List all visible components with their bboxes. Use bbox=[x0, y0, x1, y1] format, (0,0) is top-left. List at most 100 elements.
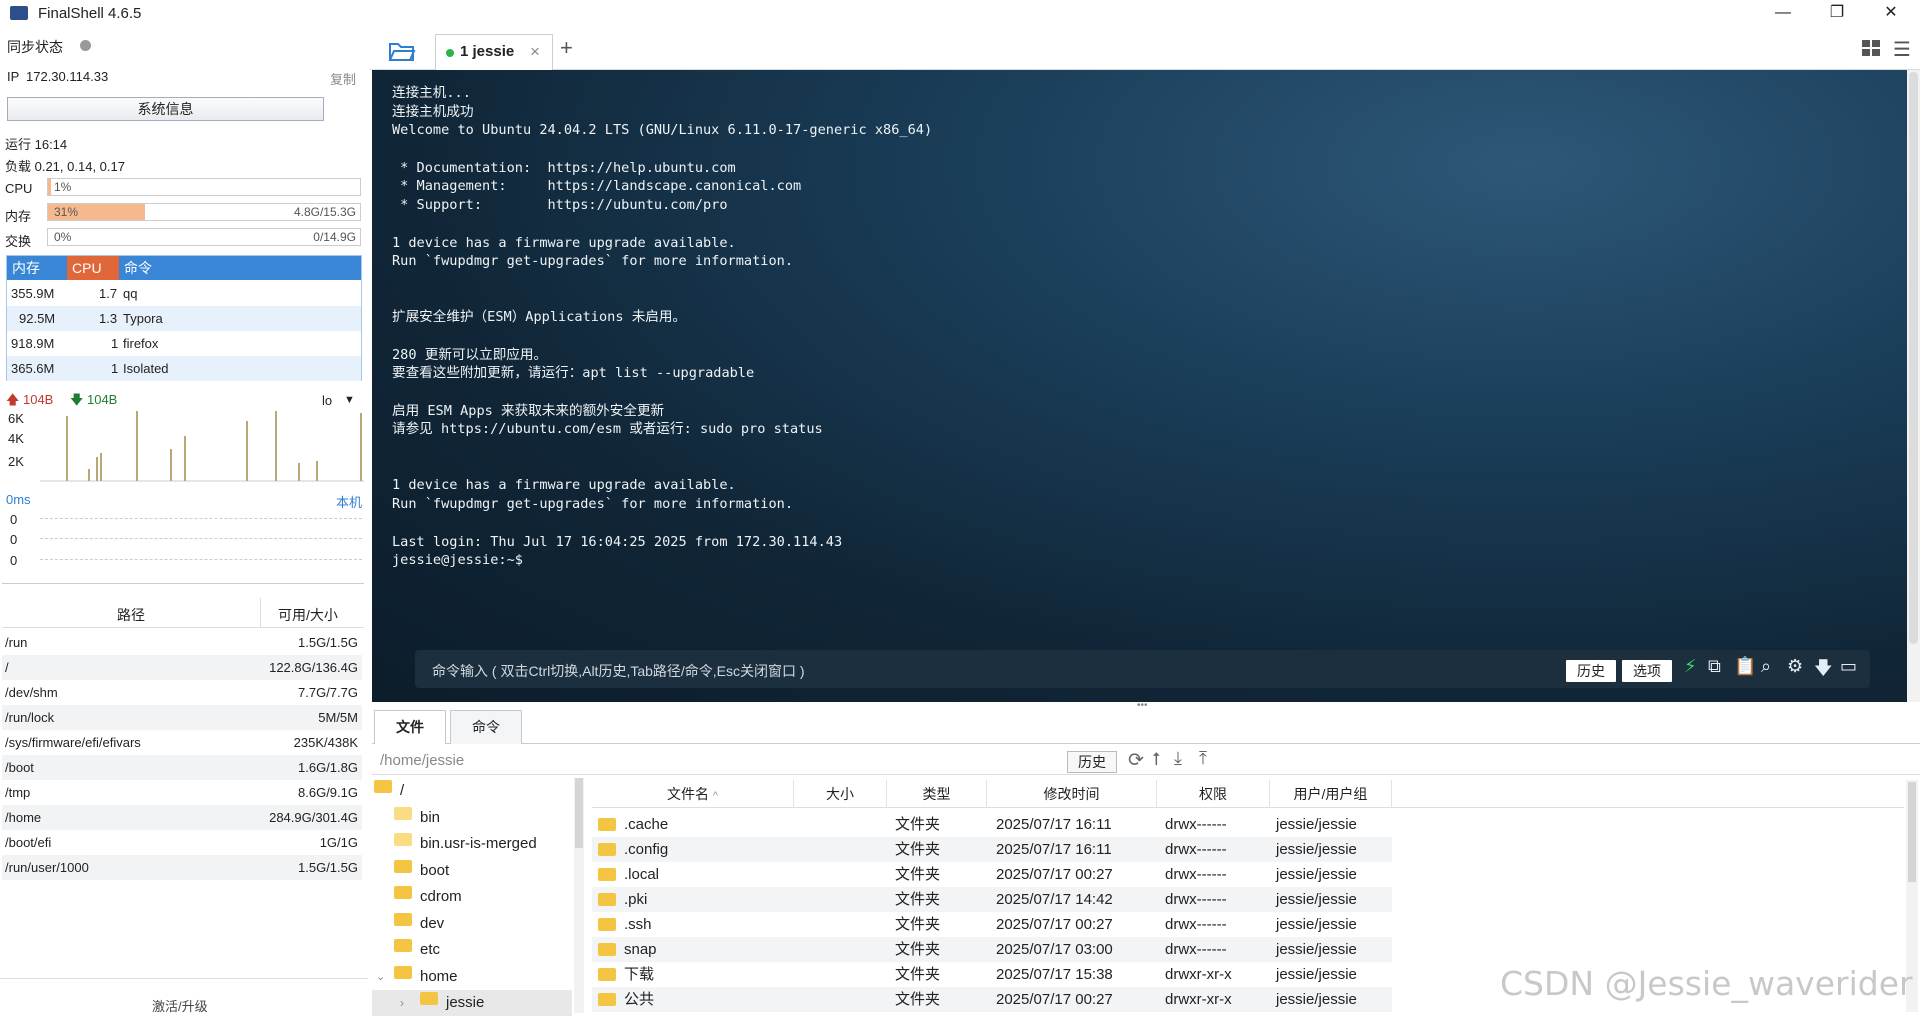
file-row[interactable]: .pki 文件夹 2025/07/17 14:42 drwx------ jessie/… bbox=[592, 887, 1392, 912]
refresh-icon[interactable]: ⟳ bbox=[1128, 749, 1144, 772]
window-icon[interactable]: ▭ bbox=[1840, 656, 1857, 677]
search-icon[interactable]: ⌕ bbox=[1761, 656, 1771, 677]
file-mtime: 2025/07/17 16:11 bbox=[996, 816, 1112, 833]
file-permission: drwx------ bbox=[1165, 891, 1227, 908]
file-row[interactable]: .config 文件夹 2025/07/17 16:11 drwx------ jess… bbox=[592, 837, 1392, 862]
tree-item[interactable]: › jessie bbox=[372, 990, 572, 1016]
col-permission[interactable]: 权限 bbox=[1157, 780, 1270, 808]
proc-header-cpu[interactable]: CPU bbox=[67, 256, 119, 280]
tree-item[interactable]: bin bbox=[372, 805, 572, 831]
disk-row[interactable]: /sys/firmware/efi/efivars 235K/438K bbox=[2, 730, 362, 755]
terminal-line: Welcome to Ubuntu 24.04.2 LTS (GNU/Linux… bbox=[392, 122, 933, 139]
file-row[interactable]: 公共 文件夹 2025/07/17 00:27 drwxr-xr-x jessie/je… bbox=[592, 987, 1392, 1012]
tab-files[interactable]: 文件 bbox=[374, 710, 446, 744]
disk-header-path[interactable]: 路径 bbox=[117, 605, 145, 625]
col-owner[interactable]: 用户/用户组 bbox=[1270, 780, 1392, 808]
file-type: 文件夹 bbox=[895, 941, 941, 958]
command-history-button[interactable]: 历史 bbox=[1566, 660, 1616, 682]
terminal-scrollbar[interactable] bbox=[1907, 70, 1920, 702]
disk-row[interactable]: /boot 1.6G/1.8G bbox=[2, 755, 362, 780]
file-row[interactable]: .local 文件夹 2025/07/17 00:27 drwx------ jessi… bbox=[592, 862, 1392, 887]
file-list-scroll-thumb[interactable] bbox=[1908, 782, 1916, 882]
process-row[interactable]: 355.9M 1.7 qq bbox=[7, 281, 361, 306]
disk-row[interactable]: /home 284.9G/301.4G bbox=[2, 805, 362, 830]
chevron-down-icon[interactable]: ▼ bbox=[344, 394, 355, 406]
command-input-placeholder[interactable]: 命令输入 ( 双击Ctrl切换,Alt历史,Tab路径/命令,Esc关闭窗口 ) bbox=[432, 661, 805, 681]
file-mtime: 2025/07/17 14:42 bbox=[996, 891, 1113, 908]
path-input[interactable]: /home/jessie bbox=[380, 752, 464, 769]
copy-icon[interactable]: ⧉ bbox=[1708, 656, 1721, 677]
session-tab[interactable]: 1 jessie × bbox=[435, 34, 553, 70]
activate-upgrade-link[interactable]: 激活/升级 bbox=[152, 996, 208, 1015]
path-history-button[interactable]: 历史 bbox=[1067, 751, 1117, 773]
file-row[interactable]: .ssh 文件夹 2025/07/17 00:27 drwx------ jessie/… bbox=[592, 912, 1392, 937]
net-traffic-spike bbox=[136, 411, 138, 481]
disk-row[interactable]: /dev/shm 7.7G/7.7G bbox=[2, 680, 362, 705]
net-interface-select[interactable]: lo bbox=[322, 393, 332, 408]
latency-gridline bbox=[40, 538, 362, 539]
tree-item[interactable]: dev bbox=[372, 911, 572, 937]
disk-header-divider bbox=[260, 598, 261, 628]
gear-icon[interactable]: ⚙ bbox=[1787, 656, 1803, 677]
file-permission: drwxr-xr-x bbox=[1165, 991, 1232, 1008]
system-info-button[interactable]: 系统信息 bbox=[7, 97, 324, 121]
tree-item[interactable]: ⌄ home bbox=[372, 964, 572, 990]
proc-header-mem[interactable]: 内存 bbox=[7, 256, 67, 280]
lightning-icon[interactable]: ⚡ bbox=[1684, 656, 1697, 677]
tree-item[interactable]: bin.usr-is-merged bbox=[372, 831, 572, 857]
add-tab-icon[interactable]: + bbox=[560, 35, 573, 61]
arrow-down-icon[interactable]: 🡇 bbox=[1814, 656, 1833, 686]
tree-scroll-thumb[interactable] bbox=[575, 778, 583, 848]
tree-item[interactable]: boot bbox=[372, 858, 572, 884]
close-tab-icon[interactable]: × bbox=[530, 42, 540, 62]
tree-item[interactable]: / bbox=[372, 778, 572, 804]
col-filename[interactable]: 文件名 ^ bbox=[592, 780, 794, 808]
file-row[interactable]: snap 文件夹 2025/07/17 03:00 drwx------ jessie/… bbox=[592, 937, 1392, 962]
process-row[interactable]: 92.5M 1.3 Typora bbox=[7, 306, 361, 331]
col-type[interactable]: 类型 bbox=[887, 780, 987, 808]
tree-item[interactable]: cdrom bbox=[372, 884, 572, 910]
layout-grid-icon[interactable] bbox=[1862, 40, 1880, 56]
tree-item[interactable]: etc bbox=[372, 937, 572, 963]
copy-ip-link[interactable]: 复制 bbox=[330, 69, 356, 88]
folder-open-icon[interactable] bbox=[388, 40, 416, 62]
sort-asc-icon: ^ bbox=[712, 790, 719, 802]
folder-icon bbox=[394, 886, 412, 899]
file-row[interactable]: 下载 文件夹 2025/07/17 15:38 drwxr-xr-x jessie/je… bbox=[592, 962, 1392, 987]
maximize-button[interactable]: ❐ bbox=[1814, 0, 1860, 28]
tab-commands[interactable]: 命令 bbox=[450, 710, 522, 744]
minimize-button[interactable]: — bbox=[1760, 0, 1806, 28]
swap-detail: 0/14.9G bbox=[313, 230, 356, 244]
chevron-right-icon[interactable]: › bbox=[400, 990, 404, 1016]
upload-icon[interactable]: ⤒ bbox=[1199, 748, 1207, 769]
terminal-scroll-thumb[interactable] bbox=[1909, 72, 1918, 644]
parent-dir-icon[interactable]: ⭡ bbox=[1152, 749, 1160, 770]
net-download-value: 104B bbox=[86, 392, 118, 407]
disk-row[interactable]: /run/user/1000 1.5G/1.5G bbox=[2, 855, 362, 880]
paste-icon[interactable]: 📋 bbox=[1734, 656, 1756, 677]
file-owner: jessie/jessie bbox=[1276, 816, 1357, 833]
col-mtime[interactable]: 修改时间 bbox=[987, 780, 1157, 808]
tree-item-label: home bbox=[420, 967, 458, 985]
disk-row[interactable]: /tmp 8.6G/9.1G bbox=[2, 780, 362, 805]
file-row[interactable]: .cache 文件夹 2025/07/17 16:11 drwx------ jessi… bbox=[592, 812, 1392, 837]
command-options-button[interactable]: 选项 bbox=[1622, 660, 1672, 682]
disk-row[interactable]: /run 1.5G/1.5G bbox=[2, 630, 362, 655]
close-window-button[interactable]: ✕ bbox=[1868, 0, 1914, 28]
chevron-down-icon[interactable]: ⌄ bbox=[376, 964, 385, 990]
col-size[interactable]: 大小 bbox=[794, 780, 887, 808]
tree-scrollbar[interactable] bbox=[574, 778, 584, 1013]
proc-header-command[interactable]: 命令 bbox=[119, 256, 361, 280]
menu-icon[interactable]: ☰ bbox=[1893, 37, 1911, 62]
download-icon[interactable]: ⤓ bbox=[1174, 748, 1182, 769]
memory-detail: 4.8G/15.3G bbox=[293, 205, 356, 219]
process-row[interactable]: 365.6M 1 Isolated bbox=[7, 356, 361, 381]
disk-row[interactable]: / 122.8G/136.4G bbox=[2, 655, 362, 680]
process-row[interactable]: 918.9M 1 firefox bbox=[7, 331, 361, 356]
disk-row[interactable]: /boot/efi 1G/1G bbox=[2, 830, 362, 855]
disk-header-size[interactable]: 可用/大小 bbox=[278, 605, 338, 625]
latency-host[interactable]: 本机 bbox=[336, 492, 362, 511]
file-type: 文件夹 bbox=[895, 916, 941, 933]
disk-row[interactable]: /run/lock 5M/5M bbox=[2, 705, 362, 730]
